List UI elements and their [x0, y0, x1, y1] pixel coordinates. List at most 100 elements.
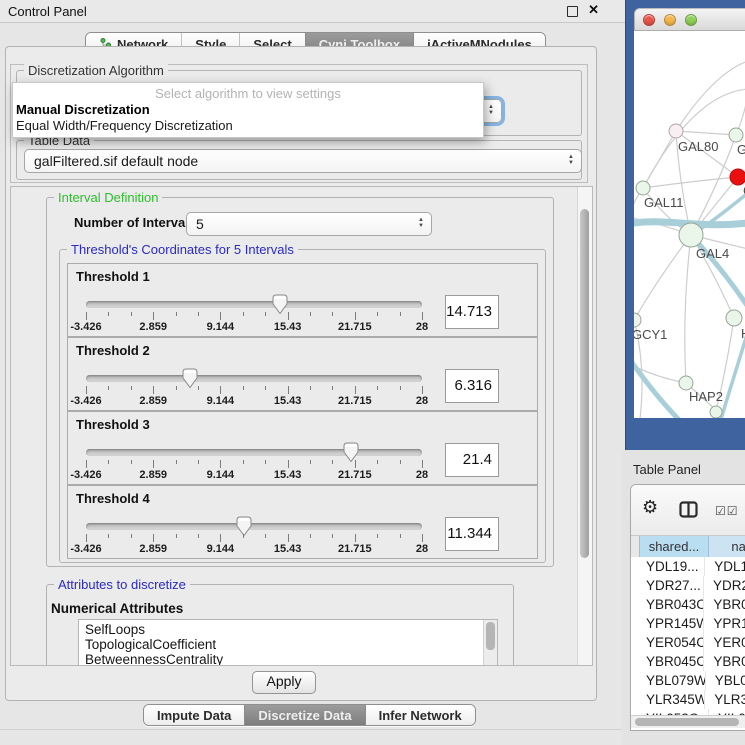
popup-option-manual-discretization[interactable]: Manual Discretization — [13, 102, 483, 118]
tab-impute-data[interactable]: Impute Data — [144, 705, 244, 725]
control-panel-titlebar: Control Panel ✕ — [0, 0, 625, 23]
cell-shared-name: YBR043C — [639, 595, 704, 614]
tab-label: Discretize Data — [258, 708, 351, 723]
settings-scroll-area: Interval Definition Number of Intervals … — [10, 186, 593, 666]
tab-infer-network[interactable]: Infer Network — [365, 705, 475, 725]
app-root: Control Panel ✕ NetworkStyleSelectCyni T… — [0, 0, 745, 745]
network-window-titlebar[interactable] — [634, 8, 745, 32]
threshold-value-box[interactable]: 6.316 — [445, 369, 499, 403]
network-node-ga[interactable] — [729, 128, 743, 142]
table-row[interactable]: YLR345WYLR3 — [631, 690, 745, 709]
combo-stepper-icon: ▲▼ — [488, 104, 494, 116]
network-edge[interactable] — [676, 131, 736, 135]
attribute-item-topologicalcoefficient[interactable]: TopologicalCoefficient — [79, 637, 497, 652]
cell-shared-name: YER054C — [639, 633, 704, 652]
threshold-value-box[interactable]: 21.4 — [445, 443, 499, 477]
network-edge[interactable] — [634, 235, 691, 320]
numerical-attributes-label: Numerical Attributes — [51, 601, 183, 616]
select-columns-icon[interactable]: ☑☑ — [715, 504, 739, 518]
float-window-icon[interactable] — [567, 6, 578, 17]
cell-shared-name: YBR045C — [639, 652, 704, 671]
slider-ticks — [86, 534, 422, 543]
cell-name: YBR0 — [704, 595, 745, 614]
table-row[interactable]: YDL19...YDL1 — [631, 557, 745, 576]
threshold-label: Threshold 2 — [76, 343, 150, 358]
threshold-slider-track[interactable] — [86, 523, 422, 530]
attributes-group-title: Attributes to discretize — [54, 577, 190, 592]
node-label: HAP2 — [689, 389, 723, 404]
threshold-value-box[interactable]: 14.713 — [445, 295, 499, 329]
network-node-gal4[interactable] — [679, 223, 703, 247]
close-icon[interactable]: ✕ — [588, 2, 599, 18]
numerical-attributes-list[interactable]: SelfLoopsTopologicalCoefficientBetweenne… — [78, 619, 498, 666]
list-scrollbar[interactable] — [483, 620, 497, 666]
list-scrollbar-thumb[interactable] — [486, 622, 495, 650]
split-view-icon[interactable] — [679, 501, 698, 518]
network-node-gal80[interactable] — [669, 124, 683, 138]
network-canvas[interactable]: GAL80GACGAL11GAL4GCY1HHAP2 — [634, 31, 745, 418]
table-data-combobox[interactable]: galFiltered.sif default node ▲▼ — [24, 149, 582, 173]
slider-tick-labels: -3.4262.8599.14415.4321.71528 — [86, 469, 422, 480]
popup-option-equal-width-frequency[interactable]: Equal Width/Frequency Discretization — [13, 118, 483, 134]
network-node-unlabeled[interactable] — [710, 406, 722, 418]
slider-ticks — [86, 460, 422, 469]
tab-label: Impute Data — [157, 708, 231, 723]
table-window: ⚙ ☑☑ shared... na... YDL19...YDL1YDR27..… — [630, 484, 745, 731]
network-node-hap2[interactable] — [679, 376, 693, 390]
attribute-item-betweennesscentrality[interactable]: BetweennessCentrality — [79, 652, 497, 666]
threshold-value-box[interactable]: 11.344 — [445, 517, 499, 551]
tab-label: Infer Network — [379, 708, 462, 723]
network-edge[interactable] — [685, 235, 691, 383]
table-row[interactable]: YDR27...YDR2 — [631, 576, 745, 595]
threshold-slider-track[interactable] — [86, 301, 422, 308]
attribute-item-selfloops[interactable]: SelfLoops — [79, 620, 497, 637]
table-row[interactable]: YER054CYER0 — [631, 633, 745, 652]
zoom-traffic-light[interactable] — [685, 14, 697, 26]
cell-shared-name: YDR27... — [639, 576, 704, 595]
network-node-gal11[interactable] — [636, 181, 650, 195]
network-edge[interactable] — [643, 177, 738, 188]
threshold-row: Threshold 4 -3.4262.8599.14415.4321.7152… — [67, 485, 538, 559]
tab-discretize-data[interactable]: Discretize Data — [244, 705, 364, 725]
table-data-value: galFiltered.sif default node — [34, 153, 198, 169]
thresholds-group-title: Threshold's Coordinates for 5 Intervals — [67, 242, 298, 257]
network-node-gcy1[interactable] — [634, 313, 641, 327]
threshold-slider-track[interactable] — [86, 375, 422, 382]
network-node-h[interactable] — [726, 310, 742, 326]
interval-definition-group-title: Interval Definition — [54, 190, 162, 205]
cell-name: YBL0 — [706, 671, 745, 690]
slider-tick-labels: -3.4262.8599.14415.4321.71528 — [86, 321, 422, 332]
combo-stepper-icon: ▲▼ — [568, 154, 574, 166]
node-label: GCY1 — [634, 327, 667, 342]
gear-icon[interactable]: ⚙ — [642, 497, 658, 518]
close-traffic-light[interactable] — [643, 14, 655, 26]
table-row[interactable]: YBR045CYBR0 — [631, 652, 745, 671]
algorithm-dropdown-popup: Select algorithm to view settings Manual… — [12, 82, 484, 138]
apply-button[interactable]: Apply — [252, 671, 316, 694]
threshold-row: Threshold 2 -3.4262.8599.14415.4321.7152… — [67, 337, 538, 411]
threshold-slider-track[interactable] — [86, 449, 422, 456]
cell-name: YLR3 — [705, 690, 745, 709]
bottom-tab-bar: Impute Data Discretize Data Infer Network — [143, 704, 476, 726]
network-edge[interactable] — [676, 61, 745, 131]
table-scrollbar-thumb[interactable] — [635, 718, 739, 726]
cell-name: YPR1 — [704, 614, 745, 633]
table-row[interactable]: YBL079WYBL0 — [631, 671, 745, 690]
table-horizontal-scrollbar[interactable] — [631, 715, 745, 728]
threshold-label: Threshold 4 — [76, 491, 150, 506]
table-panel-title: Table Panel — [633, 462, 701, 477]
number-of-intervals-combobox[interactable]: 5 ▲▼ — [186, 212, 432, 236]
column-header-name[interactable]: na... — [709, 536, 745, 558]
column-header-shared-name[interactable]: shared... — [639, 536, 709, 558]
table-row[interactable]: YBR043CYBR0 — [631, 595, 745, 614]
cell-name: YDL1 — [705, 557, 745, 576]
table-row[interactable]: YPR145WYPR1 — [631, 614, 745, 633]
cell-name: YBR0 — [704, 652, 745, 671]
node-label: GAL4 — [696, 246, 729, 261]
table-rows: YDL19...YDL1YDR27...YDR2YBR043CYBR0YPR14… — [631, 557, 745, 715]
panel-title: Control Panel — [8, 4, 87, 19]
number-of-intervals-label: Number of Intervals — [74, 215, 196, 230]
minimize-traffic-light[interactable] — [664, 14, 676, 26]
network-desktop: GAL80GACGAL11GAL4GCY1HHAP2 — [625, 0, 745, 450]
settings-scrollbar-thumb[interactable] — [580, 209, 589, 558]
